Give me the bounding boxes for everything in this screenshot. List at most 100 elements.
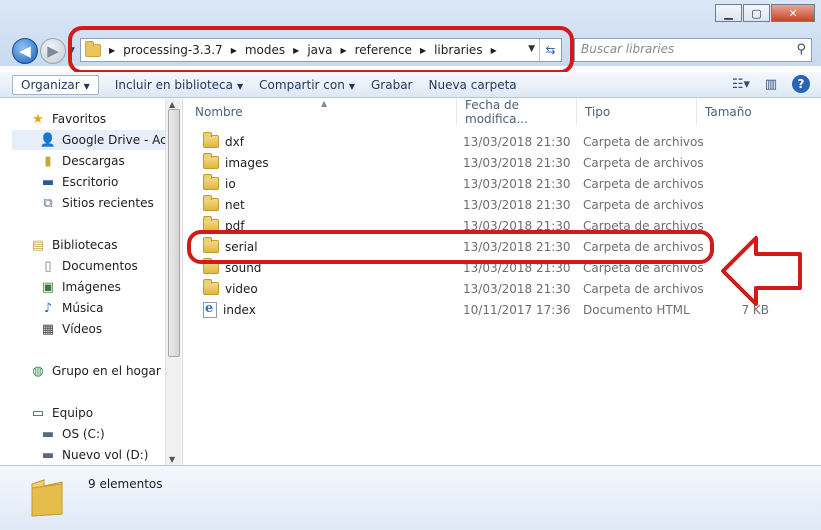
libraries-icon: ▤ — [31, 237, 45, 253]
breadcrumb-item[interactable]: java — [307, 43, 332, 57]
google-drive-user-icon: 👤 — [39, 132, 57, 148]
recent-pages-dropdown[interactable]: ▼ — [68, 46, 75, 56]
nav-label: Bibliotecas — [52, 238, 118, 252]
maximize-button[interactable]: ▢ — [743, 4, 770, 22]
nav-label: Google Drive - Acce — [62, 133, 165, 147]
pictures-icon: ▣ — [41, 279, 55, 295]
address-dropdown-icon[interactable]: ▼ — [528, 44, 535, 54]
column-header-row: Nombre Fecha de modifica... Tipo Tamaño … — [187, 98, 821, 126]
nav-videos[interactable]: ▦ Vídeos — [40, 319, 102, 339]
nav-scroll-thumb[interactable] — [168, 109, 180, 357]
file-name: video — [225, 281, 258, 296]
help-button[interactable]: ? — [791, 75, 811, 93]
file-name: images — [225, 155, 269, 170]
html-file-icon — [203, 301, 217, 318]
nav-scrollbar[interactable]: ▲ ▼ — [165, 99, 181, 465]
nav-desktop[interactable]: ▬ Escritorio — [40, 172, 119, 192]
folder-icon — [203, 195, 219, 211]
nav-drive-c[interactable]: ▬ OS (C:) — [40, 424, 105, 444]
breadcrumb-item[interactable]: reference — [355, 43, 412, 57]
nav-drive-d[interactable]: ▬ Nuevo vol (D:) — [40, 445, 149, 465]
new-folder-button[interactable]: Nueva carpeta — [428, 76, 516, 94]
column-header-date[interactable]: Fecha de modifica... — [457, 98, 577, 126]
share-with-button[interactable]: Compartir con ▼ — [259, 76, 355, 94]
minimize-button[interactable]: ▁ — [715, 4, 742, 22]
nav-favorites[interactable]: ★ Favoritos — [30, 109, 106, 129]
column-header-size[interactable]: Tamaño — [697, 99, 777, 125]
file-row-sound[interactable]: sound 13/03/2018 21:30 Carpeta de archivos — [187, 257, 821, 278]
file-row-io[interactable]: io 13/03/2018 21:30 Carpeta de archivos — [187, 173, 821, 194]
nav-label: Documentos — [62, 259, 138, 273]
videos-icon: ▦ — [41, 321, 55, 337]
nav-computer[interactable]: ▭ Equipo — [30, 403, 93, 423]
nav-pictures[interactable]: ▣ Imágenes — [40, 277, 121, 297]
breadcrumb-separator-icon[interactable]: ▶ — [109, 46, 115, 55]
nav-downloads[interactable]: ▮ Descargas — [40, 151, 124, 171]
file-type: Carpeta de archivos — [583, 155, 704, 170]
breadcrumb-item[interactable]: processing-3.3.7 — [123, 43, 223, 57]
breadcrumb-separator-icon[interactable]: ▶ — [293, 46, 299, 55]
nav-homegroup[interactable]: ◍ Grupo en el hogar — [30, 361, 160, 381]
organize-label: Organizar — [21, 77, 80, 92]
back-button[interactable]: ◀ — [12, 38, 38, 64]
address-bar[interactable]: ▶ processing-3.3.7 ▶ modes ▶ java ▶ refe… — [80, 38, 562, 62]
burn-button[interactable]: Grabar — [371, 76, 413, 94]
nav-label: Favoritos — [52, 112, 107, 126]
help-icon: ? — [792, 75, 810, 93]
refresh-icon[interactable]: ⇆ — [539, 39, 561, 61]
file-date: 13/03/2018 21:30 — [463, 281, 571, 296]
file-row-dxf[interactable]: dxf 13/03/2018 21:30 Carpeta de archivos — [187, 131, 821, 152]
folder-large-icon — [31, 479, 63, 517]
breadcrumb-item[interactable]: modes — [245, 43, 285, 57]
nav-recent[interactable]: ⧉ Sitios recientes — [40, 193, 154, 213]
file-row-images[interactable]: images 13/03/2018 21:30 Carpeta de archivo… — [187, 152, 821, 173]
file-type: Carpeta de archivos — [583, 239, 704, 254]
pane-divider[interactable] — [182, 99, 186, 465]
search-input[interactable]: Buscar libraries ⚲ — [574, 38, 812, 62]
scroll-down-icon[interactable]: ▼ — [169, 455, 175, 464]
forward-arrow-icon: ▶ — [47, 42, 59, 60]
file-row-video[interactable]: video 13/03/2018 21:30 Carpeta de archivos — [187, 278, 821, 299]
forward-button[interactable]: ▶ — [40, 38, 66, 64]
search-icon[interactable]: ⚲ — [796, 42, 806, 57]
file-date: 13/03/2018 21:30 — [463, 176, 571, 191]
nav-label: Música — [62, 301, 104, 315]
close-button[interactable]: ✕ — [771, 4, 815, 22]
breadcrumb-separator-icon[interactable]: ▶ — [420, 46, 426, 55]
view-options-icon[interactable]: ☷▾ — [731, 75, 751, 93]
file-size — [703, 257, 769, 278]
nav-libraries[interactable]: ▤ Bibliotecas — [30, 235, 118, 255]
include-in-library-button[interactable]: Incluir en biblioteca ▼ — [115, 76, 243, 94]
nav-label: Sitios recientes — [62, 196, 154, 210]
navigation-pane: ★ Favoritos 👤 Google Drive - Acce ▮ Desc… — [0, 99, 181, 465]
breadcrumb-item[interactable]: libraries — [434, 43, 482, 57]
file-name-cell: pdf — [203, 215, 244, 236]
file-row-serial[interactable]: serial 13/03/2018 21:30 Carpeta de archivo… — [187, 236, 821, 257]
file-name-cell: io — [203, 173, 236, 194]
breadcrumb-separator-icon[interactable]: ▶ — [491, 46, 497, 55]
folder-icon — [203, 153, 219, 169]
file-name-cell: sound — [203, 257, 261, 278]
file-name-cell: video — [203, 278, 258, 299]
nav-music[interactable]: ♪ Música — [40, 298, 104, 318]
file-size — [703, 278, 769, 299]
star-icon: ★ — [32, 111, 44, 127]
organize-button[interactable]: Organizar ▼ — [12, 74, 99, 95]
file-name: pdf — [225, 218, 245, 233]
file-row-pdf[interactable]: pdf 13/03/2018 21:30 Carpeta de archivos — [187, 215, 821, 236]
preview-pane-icon[interactable]: ▥ — [761, 75, 781, 93]
folder-icon — [203, 258, 219, 274]
folder-icon — [203, 216, 219, 232]
file-row-net[interactable]: net 13/03/2018 21:30 Carpeta de archivos — [187, 194, 821, 215]
file-row-index[interactable]: index 10/11/2017 17:36 Documento HTML 7 KB — [187, 299, 821, 320]
folder-icon — [85, 40, 101, 57]
details-pane: 9 elementos — [0, 465, 821, 530]
chevron-down-icon: ▼ — [83, 81, 90, 91]
nav-documents[interactable]: ▯ Documentos — [40, 256, 138, 276]
scroll-up-icon[interactable]: ▲ — [169, 100, 175, 109]
breadcrumb-separator-icon[interactable]: ▶ — [340, 46, 346, 55]
breadcrumb-separator-icon[interactable]: ▶ — [231, 46, 237, 55]
column-header-type[interactable]: Tipo — [577, 99, 697, 125]
music-icon: ♪ — [43, 300, 53, 316]
nav-google-drive[interactable]: 👤 Google Drive - Acce — [12, 130, 165, 150]
